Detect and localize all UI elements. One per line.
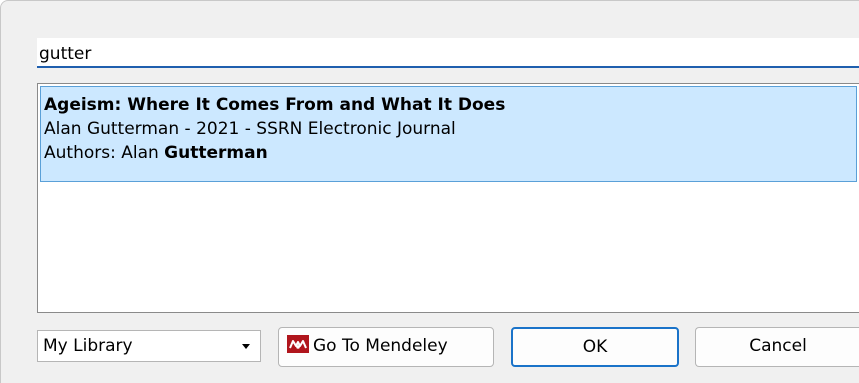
result-authors: Authors: Alan Gutterman [44,141,856,165]
authors-label: Authors: Alan [44,143,165,163]
search-dialog: Ageism: Where It Comes From and What It … [0,0,859,383]
chevron-down-icon [242,344,250,349]
cancel-label: Cancel [749,336,807,356]
mendeley-logo-icon [287,335,309,353]
authors-match-highlight: Gutterman [164,143,268,163]
result-title: Ageism: Where It Comes From and What It … [44,95,506,115]
result-meta: Alan Gutterman - 2021 - SSRN Electronic … [44,119,456,139]
cancel-button[interactable]: Cancel [695,327,859,367]
library-dropdown[interactable]: My Library [37,330,261,362]
button-bar: My Library Go To Mendeley OK Cancel [1,323,859,373]
go-to-mendeley-label: Go To Mendeley [313,336,448,356]
search-input[interactable] [37,38,859,68]
library-dropdown-value: My Library [43,336,133,356]
ok-button[interactable]: OK [511,327,679,367]
go-to-mendeley-button[interactable]: Go To Mendeley [278,327,494,367]
results-list[interactable]: Ageism: Where It Comes From and What It … [37,83,859,313]
ok-label: OK [582,337,608,357]
list-item[interactable]: Ageism: Where It Comes From and What It … [40,86,857,182]
